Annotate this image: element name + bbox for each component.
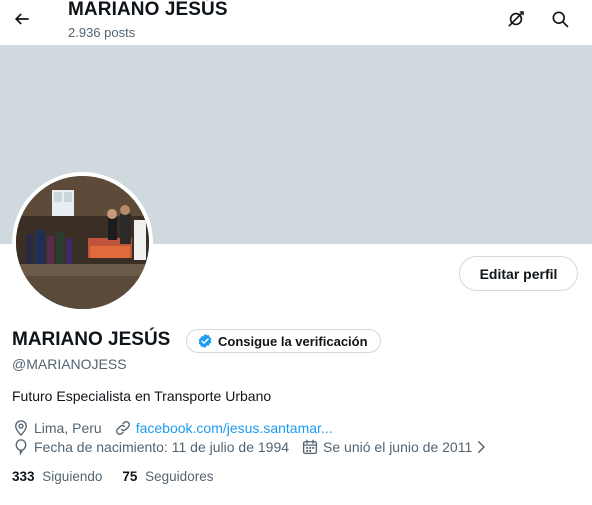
followers-label: Seguidores [145, 469, 214, 484]
followers-count: 75 [122, 469, 138, 484]
birthday-text: Fecha de nacimiento: 11 de julio de 1994 [34, 439, 290, 455]
profile-name: MARIANO JESÚS [12, 329, 171, 350]
follow-stats: 333 Siguiendo 75 Seguidores [12, 469, 233, 484]
profile-bio: Futuro Especialista en Transporte Urbano [12, 388, 272, 404]
search-button[interactable] [546, 5, 574, 33]
verified-badge-icon [197, 333, 213, 349]
following-count: 333 [12, 469, 35, 484]
location-text: Lima, Peru [34, 420, 102, 436]
balloon-icon [15, 439, 27, 455]
following-link[interactable]: 333 Siguiendo [12, 469, 102, 484]
avatar-photo [16, 176, 149, 309]
following-label: Siguiendo [42, 469, 103, 484]
profile-meta-row-1: Lima, Peru facebook.com/jesus.santamar..… [12, 418, 345, 438]
avatar[interactable] [12, 172, 153, 313]
location: Lima, Peru [12, 419, 102, 437]
joined-text: Se unió el junio de 2011 [323, 439, 473, 455]
profile-handle: @MARIANOJESS [12, 356, 127, 372]
grok-button[interactable] [502, 5, 530, 33]
grok-icon [508, 11, 524, 27]
get-verified-button[interactable]: Consigue la verificación [186, 329, 381, 353]
top-bar: MARIANO JESÚS 2.936 posts [0, 0, 592, 45]
post-count: 2.936 posts [68, 25, 136, 40]
calendar-icon [302, 439, 318, 455]
chevron-right-icon [478, 441, 485, 453]
back-button[interactable] [8, 5, 36, 33]
website-link[interactable]: facebook.com/jesus.santamar... [136, 420, 333, 436]
joined: Se unió el junio de 2011 [301, 438, 472, 456]
map-pin-icon [15, 420, 27, 437]
website: facebook.com/jesus.santamar... [114, 419, 333, 437]
more-info-button[interactable] [474, 438, 488, 456]
profile-meta-row-2: Fecha de nacimiento: 11 de julio de 1994… [12, 437, 488, 457]
get-verified-label: Consigue la verificación [218, 333, 368, 349]
arrow-left-icon [14, 13, 29, 25]
followers-link[interactable]: 75 Seguidores [122, 469, 213, 484]
edit-profile-button[interactable]: Editar perfil [459, 256, 578, 291]
link-icon [115, 421, 130, 435]
search-icon [552, 11, 569, 28]
page-title: MARIANO JESÚS [68, 0, 228, 20]
birthday: Fecha de nacimiento: 11 de julio de 1994 [12, 438, 289, 456]
